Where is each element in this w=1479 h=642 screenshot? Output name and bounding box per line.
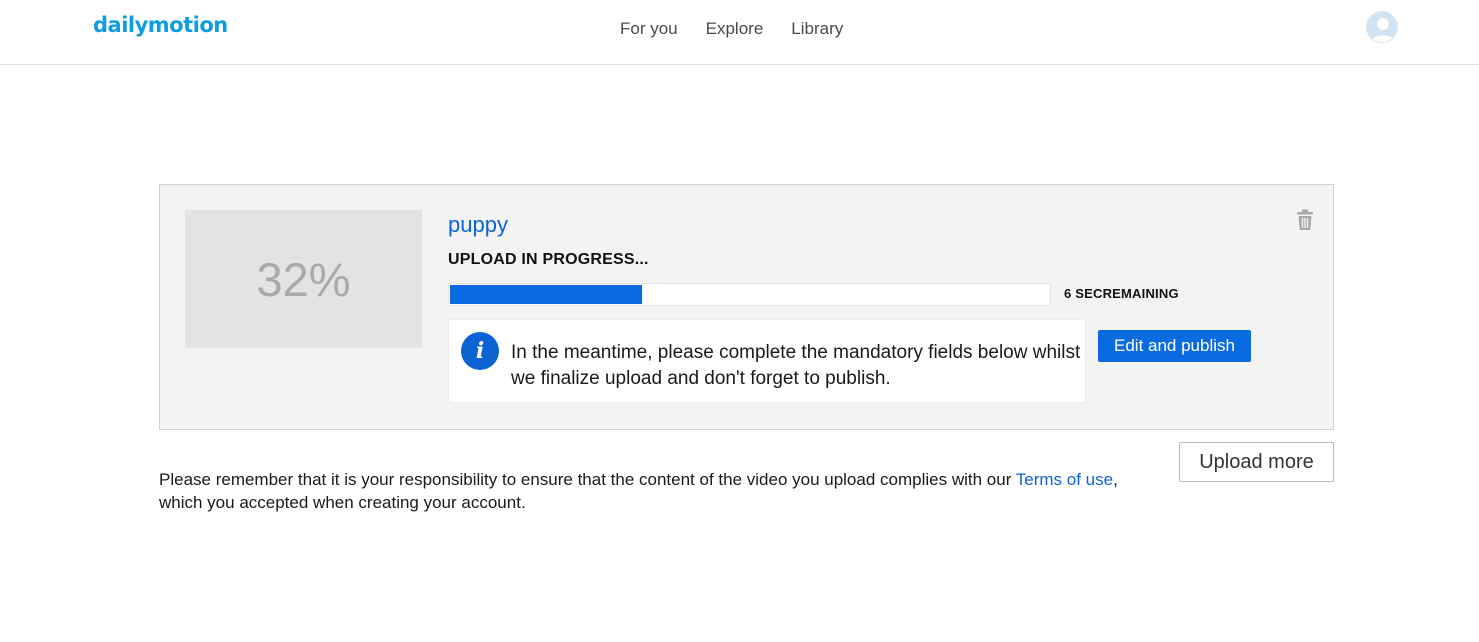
info-message: In the meantime, please complete the man…	[511, 342, 1081, 389]
main-nav: For you Explore Library	[606, 19, 857, 39]
thumbnail-progress-percent: 32%	[256, 252, 351, 306]
dailymotion-logo[interactable]: dailymotion	[93, 13, 228, 37]
avatar-icon	[1371, 18, 1395, 42]
top-header: dailymotion For you Explore Library	[0, 0, 1479, 65]
nav-for-you[interactable]: For you	[606, 19, 692, 39]
upload-status: UPLOAD IN PROGRESS...	[448, 251, 649, 268]
trash-icon[interactable]	[1295, 209, 1315, 231]
nav-library[interactable]: Library	[777, 19, 857, 39]
upload-progress-fill	[450, 285, 642, 304]
edit-and-publish-button[interactable]: Edit and publish	[1098, 330, 1251, 362]
time-remaining: 6 SECREMAINING	[1064, 286, 1179, 301]
upload-progress-bar	[448, 283, 1051, 306]
video-title[interactable]: puppy	[448, 212, 508, 238]
upload-card: 32% puppy UPLOAD IN PROGRESS... 6 SECREM…	[159, 184, 1334, 430]
nav-explore[interactable]: Explore	[692, 19, 778, 39]
video-thumbnail: 32%	[185, 210, 422, 348]
info-message-box: i In the meantime, please complete the m…	[448, 319, 1086, 403]
info-icon: i	[461, 332, 499, 370]
terms-of-use-link[interactable]: Terms of use	[1016, 470, 1113, 489]
upload-more-button[interactable]: Upload more	[1179, 442, 1334, 482]
notice-text-before: Please remember that it is your responsi…	[159, 470, 1016, 489]
terms-notice: Please remember that it is your responsi…	[159, 468, 1119, 514]
user-avatar[interactable]	[1366, 11, 1398, 43]
